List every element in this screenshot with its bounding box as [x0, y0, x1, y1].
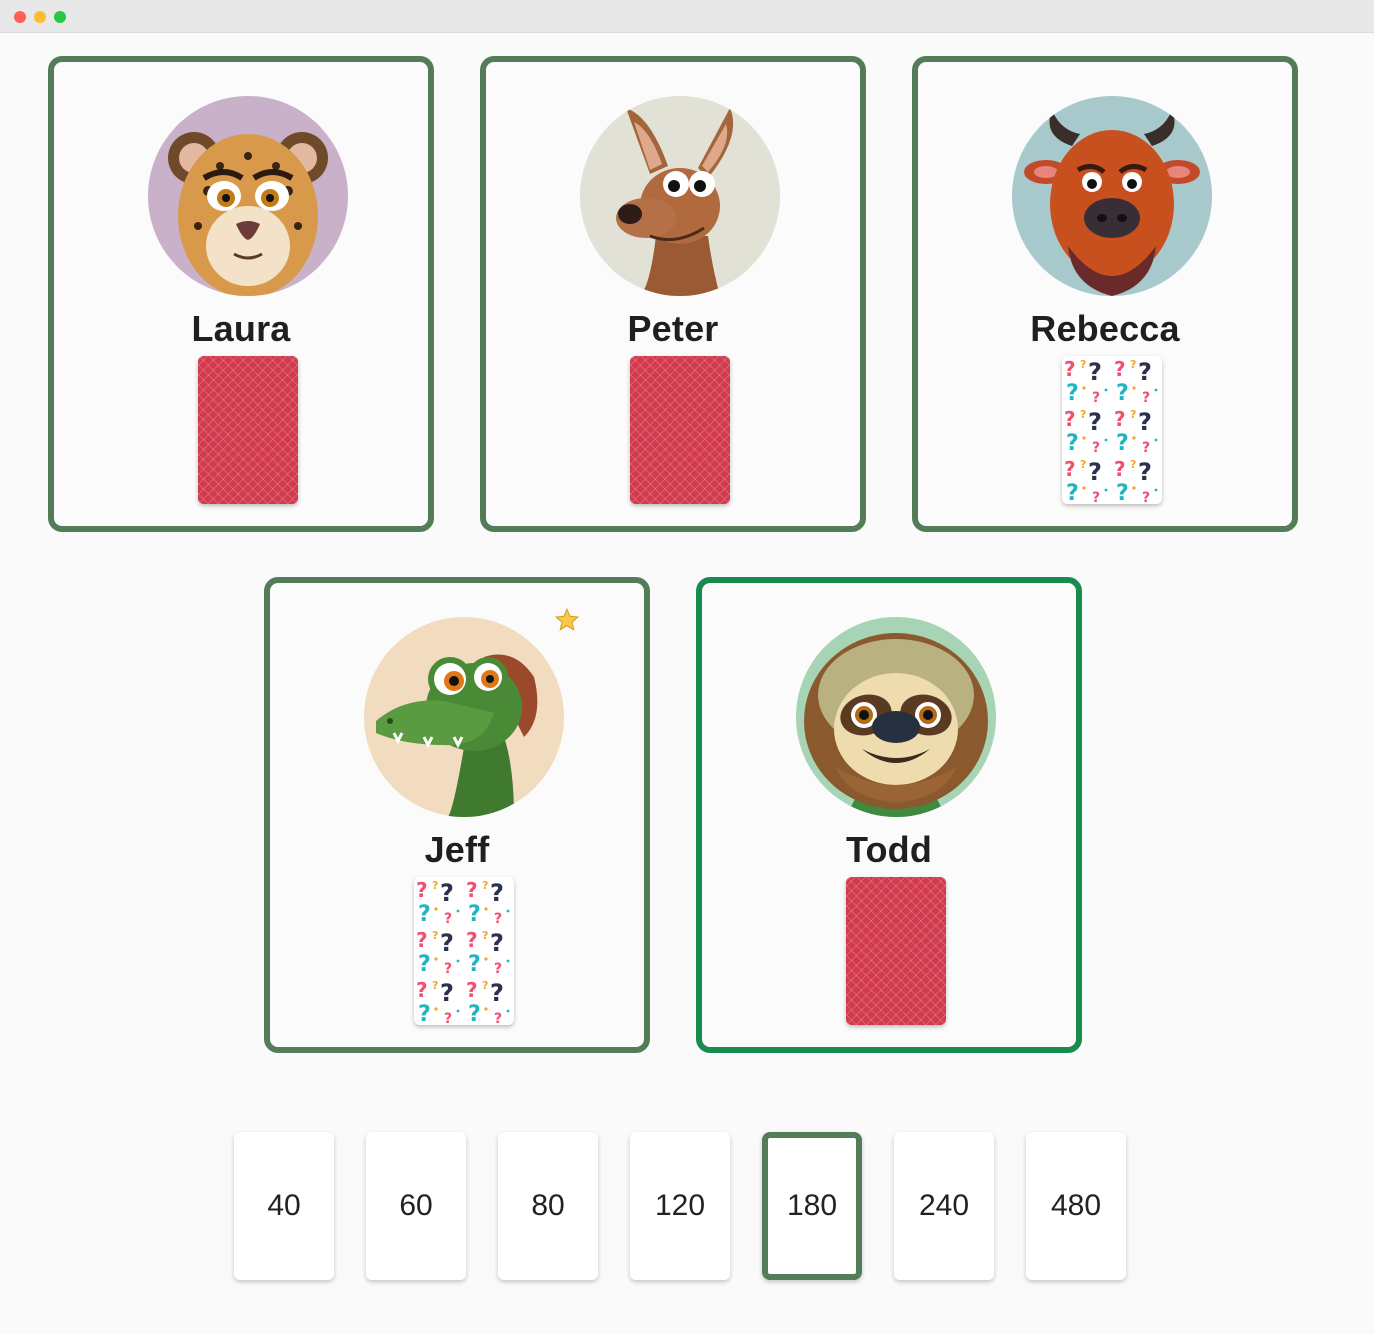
- face-down-card: [198, 356, 298, 504]
- player-name: Rebecca: [1030, 308, 1180, 349]
- maximize-window-button[interactable]: [54, 11, 66, 23]
- leopard-avatar: [148, 96, 348, 296]
- close-window-button[interactable]: [14, 11, 26, 23]
- vote-card-120[interactable]: 120: [630, 1132, 730, 1280]
- vote-card-240[interactable]: 240: [894, 1132, 994, 1280]
- window-titlebar: [0, 0, 1374, 33]
- question-mark-card: [414, 877, 514, 1025]
- face-down-card: [846, 877, 946, 1025]
- star-icon: [554, 607, 580, 631]
- vote-card-40[interactable]: 40: [234, 1132, 334, 1280]
- player-seat-todd: Todd: [696, 577, 1082, 1053]
- question-mark-card: [1062, 356, 1162, 504]
- vote-card-180-selected[interactable]: 180: [762, 1132, 862, 1280]
- player-name: Jeff: [424, 829, 490, 870]
- vote-card-60[interactable]: 60: [366, 1132, 466, 1280]
- vote-card-80[interactable]: 80: [498, 1132, 598, 1280]
- player-name: Peter: [627, 308, 719, 349]
- player-seat-jeff: Jeff: [264, 577, 650, 1053]
- minimize-window-button[interactable]: [34, 11, 46, 23]
- player-seat-laura: Laura: [48, 56, 434, 532]
- crocodile-avatar: [364, 617, 564, 817]
- kangaroo-avatar: [580, 96, 780, 296]
- player-name: Todd: [845, 829, 933, 870]
- player-seat-rebecca: Rebecca: [912, 56, 1298, 532]
- face-down-card: [630, 356, 730, 504]
- vote-card-480[interactable]: 480: [1026, 1132, 1126, 1280]
- bison-avatar: [1012, 96, 1212, 296]
- sloth-avatar: [796, 617, 996, 817]
- player-seat-peter: Peter: [480, 56, 866, 532]
- player-name: Laura: [191, 308, 291, 349]
